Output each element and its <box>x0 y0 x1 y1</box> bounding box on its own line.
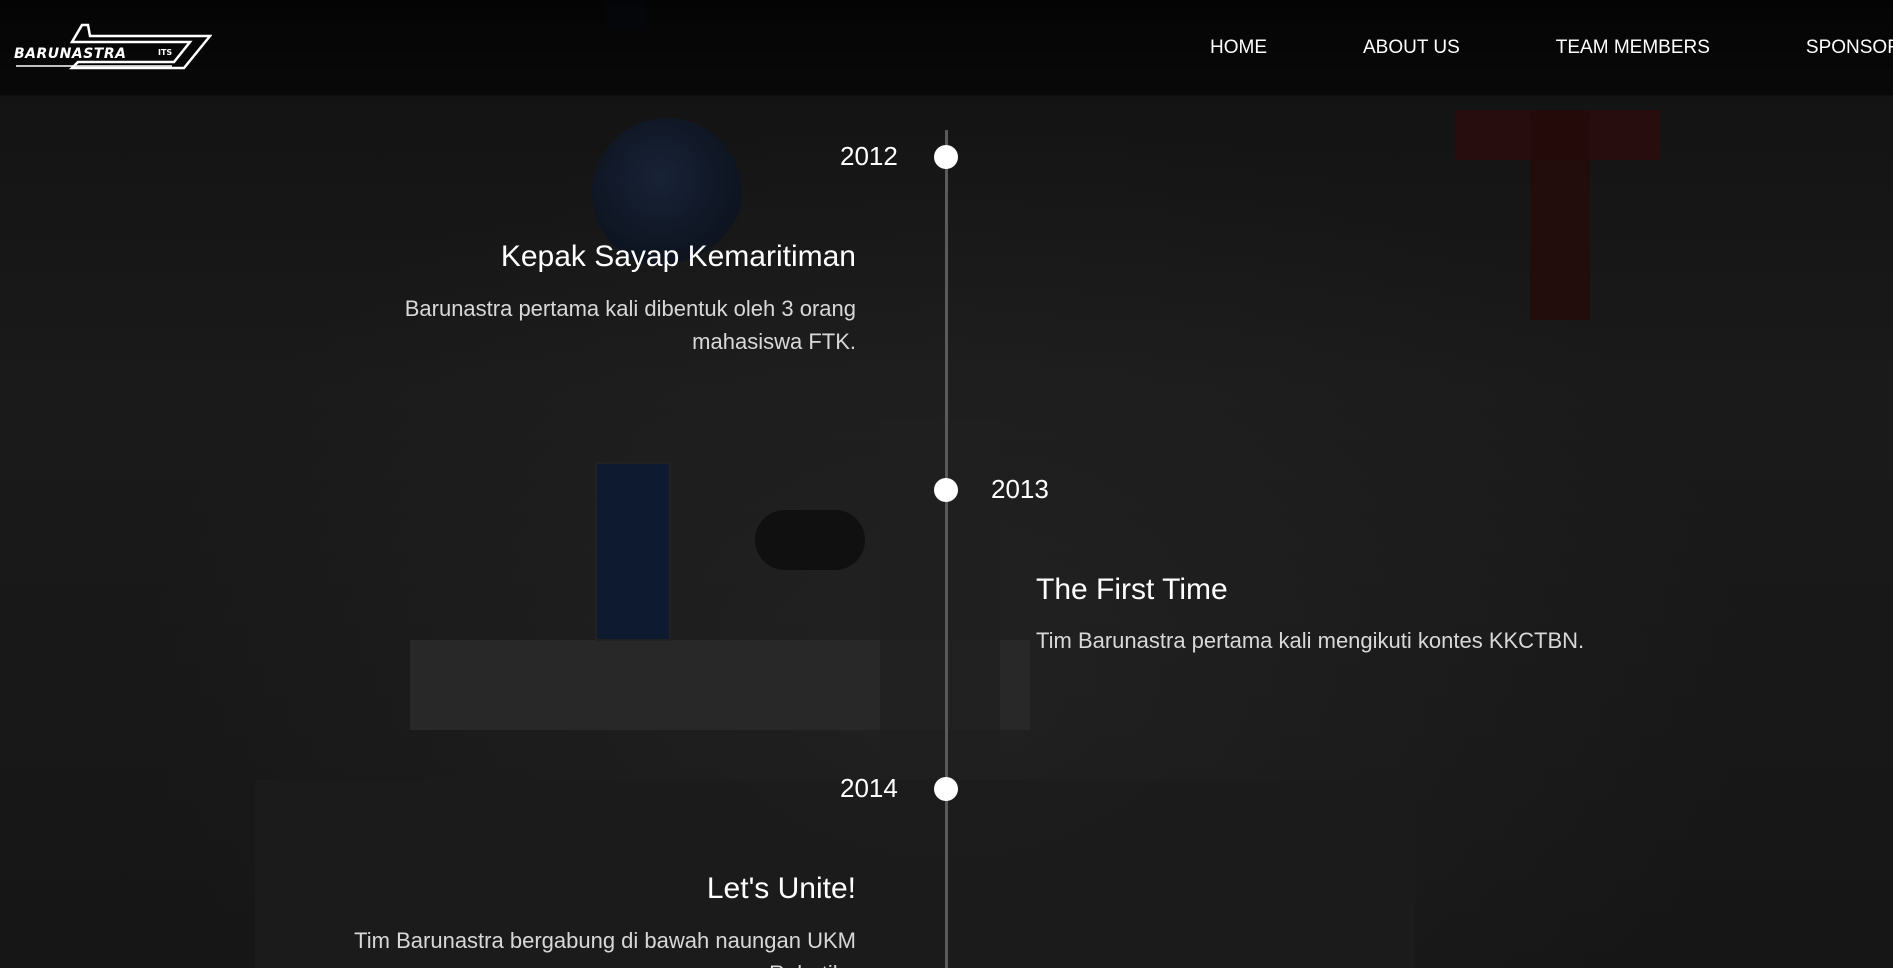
logo-text: BARUNASTRA <box>14 46 127 62</box>
timeline-entry-description: Tim Barunastra bergabung di bawah naunga… <box>354 928 856 968</box>
logo-suffix: ITS <box>158 48 173 57</box>
page: BARUNASTRA ITS HOME ABOUT US TEAM MEMBER… <box>0 0 1893 968</box>
brand-logo[interactable]: BARUNASTRA ITS <box>12 22 212 70</box>
background-red-marker-stem <box>1530 110 1590 320</box>
nav-links: HOME ABOUT US TEAM MEMBERS SPONSORS <box>1210 37 1893 59</box>
timeline-dot <box>934 777 958 801</box>
nav-sponsors-link[interactable]: SPONSORS <box>1806 37 1893 59</box>
timeline-year-2013: 2013 <box>991 474 1049 504</box>
timeline-year-2014: 2014 <box>840 773 898 803</box>
timeline-entry-title: Let's Unite! <box>706 872 856 905</box>
timeline-entry-title: The First Time <box>1036 573 1228 606</box>
timeline-entry-title: Kepak Sayap Kemaritiman <box>500 240 856 273</box>
background-boat-panel <box>595 462 671 641</box>
navbar: BARUNASTRA ITS HOME ABOUT US TEAM MEMBER… <box>0 0 1893 96</box>
timeline-line <box>945 130 948 968</box>
timeline-entry-description: Barunastra pertama kali dibentuk oleh 3 … <box>404 296 856 354</box>
timeline-entry-description: Tim Barunastra pertama kali mengikuti ko… <box>1036 628 1585 653</box>
background-boat-mast <box>880 420 1000 780</box>
timeline-year-2012: 2012 <box>840 141 898 171</box>
nav-about-link[interactable]: ABOUT US <box>1363 37 1460 59</box>
background-boat-camera <box>755 510 865 570</box>
nav-home-link[interactable]: HOME <box>1210 37 1267 59</box>
nav-team-members-link[interactable]: TEAM MEMBERS <box>1556 37 1710 59</box>
timeline-dot <box>934 478 958 502</box>
timeline-dot <box>934 145 958 169</box>
